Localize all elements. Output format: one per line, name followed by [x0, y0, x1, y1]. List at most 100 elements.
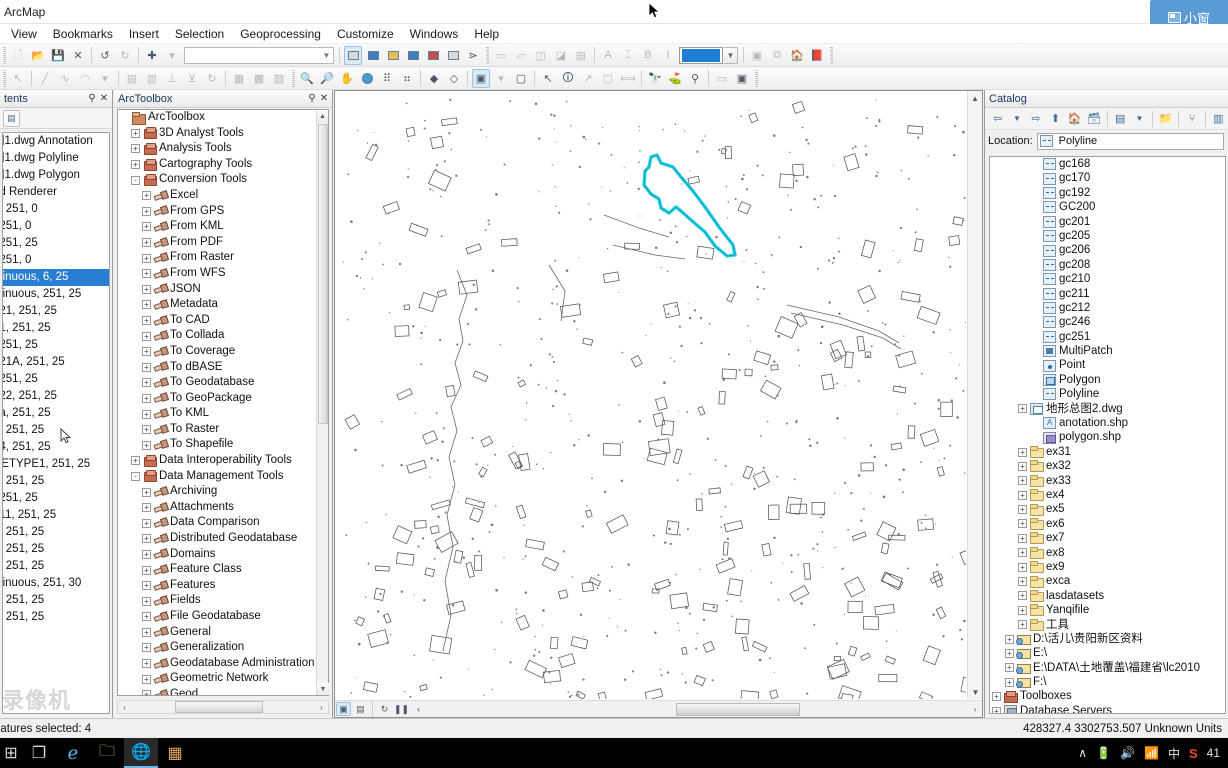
expand-icon[interactable]: + [1018, 605, 1027, 615]
bold-icon[interactable]: B [639, 46, 657, 65]
toolbox-tree-item[interactable]: +3D Analyst Tools [118, 126, 328, 142]
expand-icon[interactable]: + [1018, 577, 1027, 587]
arctoolbox-close-icon[interactable]: ✕ [318, 93, 330, 104]
expand-icon[interactable]: + [1005, 663, 1014, 673]
expand-icon[interactable]: + [142, 518, 151, 528]
catalog-tree-item[interactable]: gc170 [990, 171, 1225, 185]
toolbox-tree-item[interactable]: + To GeoPackage [118, 391, 328, 407]
expand-icon[interactable]: + [1018, 461, 1027, 471]
draw-tool-icon[interactable]: ▭ [492, 46, 510, 65]
toolbar-grip[interactable] [291, 69, 295, 87]
contents-view-icon[interactable]: ▤ [1112, 110, 1129, 128]
expand-icon[interactable]: + [1018, 548, 1027, 558]
menu-item-geoprocessing[interactable]: Geoprocessing [232, 24, 329, 44]
expand-icon[interactable]: + [131, 456, 140, 466]
toolbox-tree-item[interactable]: + To KML [118, 406, 328, 422]
home-folder-icon[interactable]: 🏠 [788, 46, 806, 65]
toolbox-tree-item[interactable]: - Conversion Tools [118, 172, 328, 188]
map-hscrollbar-thumb[interactable] [676, 702, 800, 716]
catalog-tree-item[interactable]: + F:\ [990, 675, 1225, 689]
find-icon[interactable]: 🔭 [646, 69, 664, 88]
expand-icon[interactable]: + [142, 253, 151, 263]
toolbox-tree-item[interactable]: + To Coverage [118, 344, 328, 360]
catalog-tree-item[interactable]: gc201 [990, 215, 1225, 229]
fill-color-dropdown-icon[interactable]: ▼ [724, 46, 738, 64]
toolbox-tree-item[interactable]: + From WFS [118, 266, 328, 282]
catalog-tree-item[interactable]: MultiPatch [990, 344, 1225, 358]
location-combo[interactable]: Polyline [1036, 132, 1224, 150]
toc-row[interactable]: 421, 251, 25 [3, 303, 109, 320]
forward-arrow-icon[interactable]: ⇨ [1028, 110, 1045, 128]
catalog-tree[interactable]: gc168 gc170 gc192 GC200 gc201 gc205 gc206 gc208… [989, 156, 1226, 714]
task-view-icon[interactable]: ❐ [22, 738, 56, 768]
toolbox-tree-item[interactable]: + From Raster [118, 250, 328, 266]
expand-icon[interactable]: + [1018, 519, 1027, 529]
map-view[interactable]: ▲ ▼ ▣ ▤ ↻ ❚❚ ‹ › [334, 90, 983, 718]
find-route-icon[interactable]: ⛳ [666, 69, 684, 88]
catalog-tree-item[interactable]: + exca [990, 574, 1225, 588]
expand-icon[interactable]: + [1018, 533, 1027, 543]
arctoolbox-vertical-scrollbar[interactable]: ▲ ▼ [316, 110, 329, 695]
scrollbar-thumb[interactable] [318, 124, 328, 424]
draw-tool2-icon[interactable]: ▱ [512, 46, 530, 65]
help-book-icon[interactable]: 📕 [808, 46, 826, 65]
pause-drawing-icon[interactable]: ❚❚ [394, 702, 409, 716]
draw-tool3-icon[interactable]: ◫ [532, 46, 550, 65]
collapse-icon[interactable]: - [131, 471, 140, 481]
toolbox-tree-item[interactable]: + General [118, 625, 328, 641]
toolbar-grip[interactable] [2, 69, 6, 87]
expand-icon[interactable]: + [1018, 490, 1027, 500]
identify-icon[interactable]: 🛈 [559, 69, 577, 88]
catalog-tree-item[interactable]: gc168 [990, 157, 1225, 171]
toggle-tree-icon[interactable]: ⑂ [1183, 110, 1200, 128]
toc-row[interactable]: 421A, 251, 25 [3, 354, 109, 371]
select-elements-icon[interactable]: ↖ [539, 69, 557, 88]
expand-icon[interactable]: + [142, 393, 151, 403]
add-data-icon[interactable]: ✚ [143, 46, 161, 65]
fixed-zoom-in-icon[interactable]: ⠿ [378, 69, 396, 88]
catalog-tree-item[interactable]: + ex6 [990, 517, 1225, 531]
toc-row[interactable]: 422, 251, 25 [3, 388, 109, 405]
delete-icon[interactable]: ✕ [69, 46, 87, 65]
expand-icon[interactable]: + [1005, 677, 1014, 687]
draw-tool5-icon[interactable]: ▤ [572, 46, 590, 65]
split-icon[interactable]: ⊥ [163, 69, 181, 88]
arcmap-icon[interactable]: 🌐 [124, 738, 158, 768]
hyperlink-icon[interactable]: ↗ [579, 69, 597, 88]
file-explorer-icon[interactable]: 🗀 [90, 738, 124, 768]
toc-row[interactable]: 图1.dwg Annotation [3, 133, 109, 150]
toc-row[interactable]: 7, 251, 25 [3, 558, 109, 575]
toc-row[interactable]: NETYPE1, 251, 25 [3, 456, 109, 473]
expand-icon[interactable]: + [1018, 476, 1027, 486]
expand-icon[interactable]: + [142, 440, 151, 450]
toc-row[interactable]: 图1.dwg Polygon [3, 167, 109, 184]
sketch-dropdown-icon[interactable]: ▾ [96, 69, 114, 88]
catalog-tree-item[interactable]: gc246 [990, 315, 1225, 329]
redo-icon[interactable]: ↻ [116, 46, 134, 65]
expand-icon[interactable]: + [142, 581, 151, 591]
edit-pointer-icon[interactable]: ↖ [9, 69, 27, 88]
expand-icon[interactable]: + [142, 238, 151, 248]
expand-icon[interactable]: + [142, 690, 151, 695]
toolbox-tree-item[interactable]: + Data Comparison [118, 515, 328, 531]
map-scroll-right-icon[interactable]: › [968, 705, 982, 714]
catalog-tree-item[interactable]: gc212 [990, 301, 1225, 315]
expand-icon[interactable]: + [142, 659, 151, 669]
font-tool-icon[interactable]: A [599, 46, 617, 65]
toc-close-icon[interactable]: ✕ [98, 93, 110, 104]
copy-icon[interactable]: ⧉ [768, 46, 786, 65]
start-button-icon[interactable]: ⊞ [0, 738, 22, 768]
scroll-right-icon[interactable]: › [315, 703, 328, 712]
sketch-line-icon[interactable]: ╱ [36, 69, 54, 88]
catalog-tree-item[interactable]: + ex7 [990, 531, 1225, 545]
toc-row[interactable]: 61, 251, 25 [3, 320, 109, 337]
catalog-tree-item[interactable]: + ex5 [990, 502, 1225, 516]
python-window-icon[interactable] [444, 46, 462, 65]
table-icon[interactable]: ▦ [230, 69, 248, 88]
attributes-icon[interactable]: ▤ [123, 69, 141, 88]
sogou-ime-icon[interactable]: S [1189, 746, 1198, 761]
model-builder-icon[interactable]: ⋗ [464, 46, 482, 65]
catalog-tree-item[interactable]: + E:\ [990, 646, 1225, 660]
catalog-tree-item[interactable]: + ex4 [990, 488, 1225, 502]
new-map-icon[interactable]: 🗋 [9, 46, 27, 65]
